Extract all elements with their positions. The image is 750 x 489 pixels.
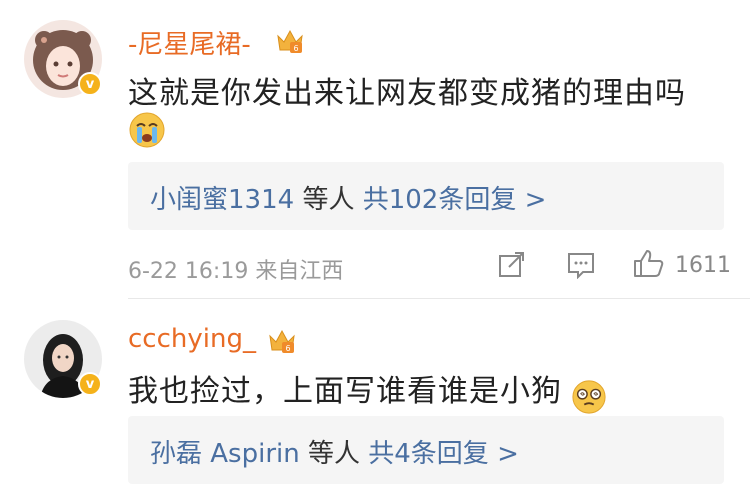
comment-location: 来自江西 <box>255 259 344 284</box>
reply-summary[interactable]: 孙磊 Aspirin 等人 共4条回复 > <box>128 416 724 484</box>
like-count: 1611 <box>675 253 731 278</box>
verified-badge-icon: v <box>78 372 102 396</box>
comment-text-row: 我也捡过，上面写谁看谁是小狗 <box>128 366 607 415</box>
comment-icon[interactable] <box>566 251 596 279</box>
svg-text:6: 6 <box>293 44 298 53</box>
crown-icon: 6 <box>277 29 303 53</box>
reply-summary-text: 孙磊 Aspirin 等人 共4条回复 > <box>150 433 519 470</box>
comment-meta: 6-22 16:19 来自江西 <box>128 253 343 285</box>
like-icon[interactable] <box>633 248 665 278</box>
svg-text:6: 6 <box>285 344 290 353</box>
username[interactable]: -尼星尾裙- <box>128 24 251 61</box>
reply-suffix: 等人 <box>307 439 360 469</box>
comment-date: 6-22 16:19 <box>128 259 249 284</box>
comment-item: v -尼星尾裙- 6 这就是你发出来让网友都变成猪的理由吗 小闺蜜1314 等人… <box>0 0 750 300</box>
username[interactable]: ccchying_ <box>128 324 256 354</box>
divider <box>128 298 750 299</box>
comment-text: 我也捡过，上面写谁看谁是小狗 <box>128 374 562 409</box>
reply-users[interactable]: 孙磊 Aspirin <box>150 439 300 469</box>
crown-icon: 6 <box>269 329 295 353</box>
reply-users[interactable]: 小闺蜜1314 <box>150 185 294 215</box>
reply-summary[interactable]: 小闺蜜1314 等人 共102条回复 > <box>128 162 724 230</box>
reply-suffix: 等人 <box>302 185 355 215</box>
comment-text: 这就是你发出来让网友都变成猪的理由吗 <box>128 76 686 111</box>
dizzy-emoji-icon <box>572 379 606 414</box>
crying-emoji-icon <box>129 112 165 148</box>
share-icon[interactable] <box>497 251 527 279</box>
reply-count-link[interactable]: 共4条回复 > <box>368 439 519 469</box>
reply-summary-text: 小闺蜜1314 等人 共102条回复 > <box>150 179 546 216</box>
verified-badge-icon: v <box>78 72 102 96</box>
reply-count-link[interactable]: 共102条回复 > <box>363 185 547 215</box>
comment-item: v ccchying_ 6 我也捡过，上面写谁看谁是小狗 孙磊 Aspirin … <box>0 300 750 489</box>
